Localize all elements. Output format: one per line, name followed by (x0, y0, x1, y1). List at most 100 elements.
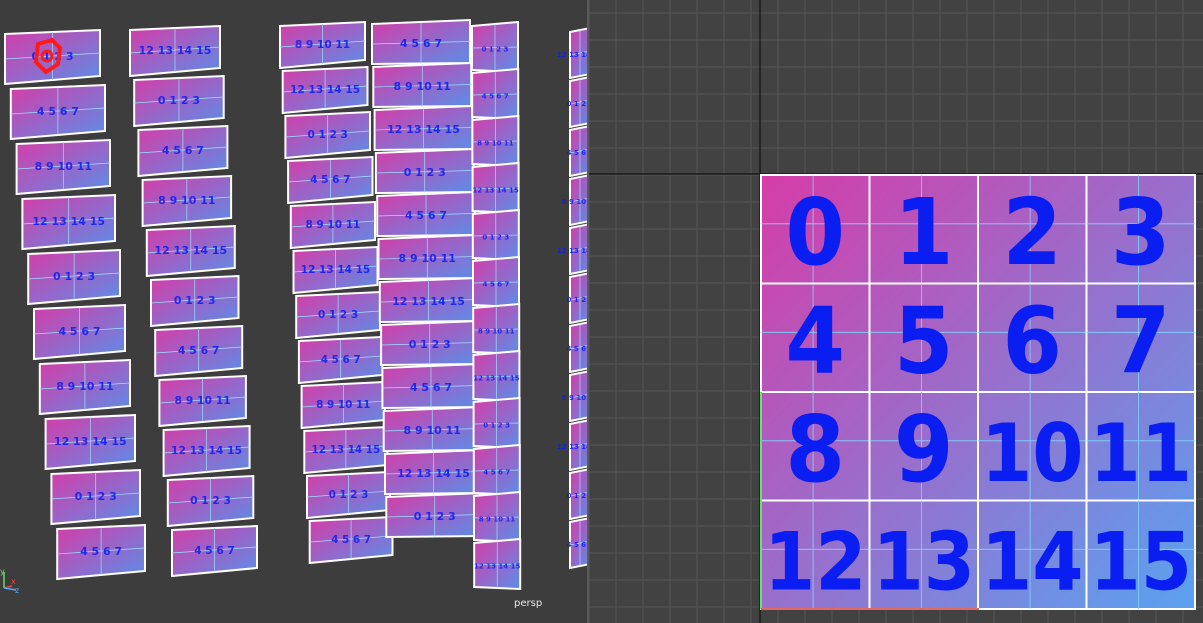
mesh-face[interactable]: 12 13 14 15 (471, 161, 520, 215)
svg-text:4 5 6 7: 4 5 6 7 (567, 541, 587, 549)
mesh-face[interactable]: 4 5 6 7 (567, 125, 587, 178)
mesh-face[interactable]: 8 9 10 11 (377, 233, 477, 281)
svg-text:12 13 14 15: 12 13 14 15 (171, 444, 242, 457)
mesh-face[interactable]: 12 13 14 15 (292, 245, 379, 295)
perspective-viewport[interactable]: 0 1 2 3 4 5 6 7 8 9 10 11 12 13 14 15 0 1 2 … (0, 0, 587, 623)
mesh-face[interactable]: 0 1 2 3 (471, 20, 519, 74)
mesh-face[interactable]: 4 5 6 7 (376, 190, 476, 238)
mesh-face[interactable]: 8 9 10 11 (300, 380, 386, 430)
mesh-face[interactable]: 8 9 10 11 (15, 138, 111, 196)
mesh-face[interactable]: 8 9 10 11 (289, 200, 376, 250)
mesh-face[interactable]: 4 5 6 7 (171, 524, 258, 578)
mesh-face[interactable]: 8 9 10 11 (382, 405, 482, 453)
mesh-face[interactable]: 0 1 2 3 (567, 76, 587, 129)
mesh-face[interactable]: 12 13 14 15 (44, 413, 136, 471)
mesh-face[interactable]: 12 13 14 15 (384, 448, 483, 496)
mesh-face[interactable]: 12 13 14 15 (373, 104, 474, 152)
mesh-face[interactable]: 8 9 10 11 (472, 302, 521, 356)
mesh-face[interactable]: 8 9 10 11 (38, 358, 131, 416)
mesh-face[interactable]: 4 5 6 7 (56, 523, 146, 581)
svg-text:0 1 2 3: 0 1 2 3 (567, 100, 587, 108)
mesh-face[interactable]: 0 1 2 3 (133, 74, 225, 128)
mesh-face[interactable]: 8 9 10 11 (279, 20, 366, 70)
mesh-face[interactable]: 12 13 14 15 (129, 24, 221, 78)
uv-tile-number: 11 (1090, 407, 1193, 500)
mesh-face[interactable]: 0 1 2 3 (374, 147, 475, 195)
uv-tile-number: 9 (894, 396, 954, 503)
mesh-face[interactable]: 12 13 14 15 (557, 223, 587, 276)
svg-text:8 9 10 11: 8 9 10 11 (174, 394, 230, 407)
svg-text:0 1 2 3: 0 1 2 3 (483, 422, 510, 430)
svg-text:4 5 6 7: 4 5 6 7 (567, 149, 587, 157)
mesh-face[interactable]: 0 1 2 3 (385, 491, 485, 539)
svg-text:0 1 2 3: 0 1 2 3 (158, 94, 200, 107)
mesh-face[interactable]: 0 1 2 3 (50, 468, 141, 526)
mesh-face[interactable]: 0 1 2 3 (150, 274, 240, 328)
svg-text:12 13 14 15: 12 13 14 15 (32, 215, 105, 228)
svg-text:4 5 6 7: 4 5 6 7 (567, 345, 587, 353)
mesh-face[interactable]: 0 1 2 3 (27, 248, 121, 306)
svg-text:8 9 10 11: 8 9 10 11 (477, 140, 514, 148)
mesh-face[interactable]: 12 13 14 15 (378, 276, 479, 324)
mesh-face[interactable]: 4 5 6 7 (567, 321, 587, 374)
mesh-face[interactable]: 4 5 6 7 (471, 67, 520, 121)
mesh-face[interactable]: 12 13 14 15 (162, 424, 251, 478)
mesh-face[interactable]: 12 13 14 15 (473, 537, 522, 591)
svg-text:12 13 14 15: 12 13 14 15 (557, 247, 587, 255)
mesh-face[interactable]: 4 5 6 7 (287, 155, 374, 205)
mesh-face[interactable]: 4 5 6 7 (137, 124, 229, 178)
mesh-face[interactable]: 0 1 2 3 (166, 474, 255, 528)
svg-text:8 9 10 11: 8 9 10 11 (295, 38, 350, 51)
mesh-face[interactable]: 8 9 10 11 (158, 374, 247, 428)
mesh-face[interactable]: 0 1 2 3 (295, 290, 381, 340)
axis-gizmo: y x z (0, 566, 26, 595)
svg-text:12 13 14 15: 12 13 14 15 (54, 435, 127, 448)
mesh-face[interactable]: 4 5 6 7 (371, 18, 471, 66)
svg-text:0 1 2 3: 0 1 2 3 (190, 494, 231, 507)
mesh-face[interactable]: 12 13 14 15 (557, 419, 587, 472)
mesh-face[interactable]: 4 5 6 7 (472, 443, 521, 497)
mesh-face[interactable]: 4 5 6 7 (154, 324, 244, 378)
uv-grid[interactable]: 0 1 2 34 5 6 78 9 10 1112 13 14 15 (589, 0, 1203, 623)
mesh-face[interactable]: 0 1 2 3 (567, 272, 587, 325)
mesh-face[interactable]: 0 1 2 3 (472, 396, 521, 450)
mesh-face[interactable]: 12 13 14 15 (557, 27, 587, 80)
uv-tile-number: 10 (981, 407, 1084, 500)
mesh-face[interactable]: 4 5 6 7 (381, 362, 481, 410)
mesh-face[interactable]: 8 9 10 11 (471, 114, 520, 168)
uv-tile-number: 12 (764, 515, 867, 608)
mesh-face[interactable]: 8 9 10 11 (372, 61, 473, 109)
uv-tile-number: 4 (785, 287, 845, 394)
mesh-face[interactable]: 12 13 14 15 (303, 425, 389, 475)
svg-text:0 1 2 3: 0 1 2 3 (307, 129, 347, 141)
mesh-face[interactable]: 4 5 6 7 (472, 255, 520, 309)
mesh-face[interactable]: 4 5 6 7 (33, 303, 126, 361)
uv-tile-number: 3 (1111, 179, 1171, 286)
mesh-face[interactable]: 8 9 10 11 (141, 174, 233, 228)
uv-editor-viewport[interactable]: 0 1 2 3 4 5 6 7 8 9 10 11 12 13 14 15 (589, 0, 1203, 623)
mesh-face[interactable]: 12 13 14 15 (145, 224, 236, 278)
perspective-scene[interactable]: 0 1 2 3 4 5 6 7 8 9 10 11 12 13 14 15 0 1 2 … (0, 0, 587, 623)
mesh-face[interactable]: 0 1 2 3 (380, 319, 480, 367)
svg-text:0 1 2 3: 0 1 2 3 (75, 490, 117, 503)
svg-text:0 1 2 3: 0 1 2 3 (404, 166, 446, 179)
mesh-face[interactable]: 12 13 14 15 (21, 193, 116, 251)
mesh-face[interactable]: 0 1 2 3 (284, 110, 371, 160)
mesh-face[interactable]: 0 1 2 3 (306, 470, 391, 520)
mesh-face[interactable]: 12 13 14 15 (281, 65, 369, 115)
uv-tile-number: 15 (1090, 515, 1193, 608)
mesh-face[interactable]: 4 5 6 7 (567, 517, 587, 570)
mesh-face[interactable]: 8 9 10 11 (562, 370, 587, 423)
uv-tile-number: 2 (1002, 179, 1062, 286)
mesh-face[interactable]: 8 9 10 11 (473, 490, 521, 544)
mesh-face[interactable]: 12 13 14 15 (472, 349, 521, 403)
mesh-face[interactable]: 4 5 6 7 (9, 83, 106, 141)
mesh-face[interactable]: 0 1 2 3 (567, 468, 587, 521)
mesh-face[interactable]: 4 5 6 7 (297, 335, 384, 385)
svg-text:4 5 6 7: 4 5 6 7 (162, 144, 204, 157)
mesh-face[interactable]: 0 1 2 3 (471, 208, 520, 262)
mesh-face[interactable]: 4 5 6 7 (308, 515, 394, 565)
svg-text:4 5 6 7: 4 5 6 7 (80, 545, 122, 558)
mesh-face[interactable]: 8 9 10 11 (562, 174, 587, 227)
svg-text:4 5 6 7: 4 5 6 7 (178, 344, 220, 357)
